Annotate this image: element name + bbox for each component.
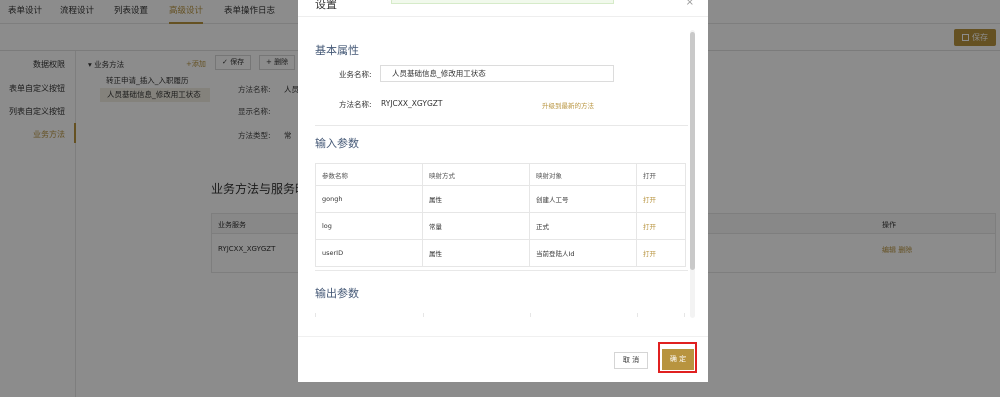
business-name-field[interactable] (380, 65, 614, 82)
mapping-target-cell: 正式 (529, 212, 637, 240)
method-name-value: RYJCXX_XGYGZT (381, 99, 443, 108)
param-name-cell: log (315, 212, 423, 240)
open-link[interactable]: 打开 (636, 239, 686, 267)
mapping-target-cell: 当前登陆人Id (529, 239, 637, 267)
dialog-body: 基本属性 业务名称: 方法名称: RYJCXX_XGYGZT 升级到最新的方法 … (298, 17, 708, 317)
table-row: userID 属性 当前登陆人Id 打开 (315, 239, 686, 267)
input-params-title: 输入参数 (315, 137, 359, 150)
open-link[interactable]: 打开 (636, 185, 686, 213)
method-name-label: 方法名称: (339, 100, 372, 109)
open-link[interactable]: 打开 (636, 212, 686, 240)
close-icon[interactable]: × (686, 0, 694, 8)
param-name-cell: userID (315, 239, 423, 267)
column-header-param-name: 参数名称 (315, 163, 423, 186)
dialog-title: 设置 (315, 0, 337, 11)
column-header-mapping-target: 映射对象 (529, 163, 637, 186)
table-row: gongh 属性 创建人工号 打开 (315, 185, 686, 213)
output-params-table (315, 313, 685, 317)
table-row: log 常量 正式 打开 (315, 212, 686, 240)
mapping-mode-cell: 属性 (422, 185, 530, 213)
mapping-target-cell: 创建人工号 (529, 185, 637, 213)
table-header-row: 参数名称 映射方式 映射对象 打开 (315, 163, 686, 186)
section-divider (315, 125, 688, 126)
cancel-button[interactable]: 取 消 (614, 352, 648, 369)
mapping-mode-cell: 常量 (422, 212, 530, 240)
upgrade-method-link[interactable]: 升级到最新的方法 (542, 100, 594, 110)
column-header-open: 打开 (636, 163, 686, 186)
footer-divider (298, 336, 708, 337)
success-message-bar (391, 0, 614, 4)
business-name-label: 业务名称: (339, 70, 372, 79)
input-params-table: 参数名称 映射方式 映射对象 打开 gongh 属性 创建人工号 打开 log … (315, 163, 686, 267)
param-name-cell: gongh (315, 185, 423, 213)
settings-dialog: 设置 × 基本属性 业务名称: 方法名称: RYJCXX_XGYGZT 升级到最… (298, 0, 708, 382)
output-params-title: 输出参数 (315, 287, 359, 300)
mapping-mode-cell: 属性 (422, 239, 530, 267)
section-divider (315, 270, 688, 271)
highlight-box (658, 342, 697, 373)
scrollbar-thumb[interactable] (690, 32, 695, 270)
column-header-mapping-mode: 映射方式 (422, 163, 530, 186)
scrollbar[interactable] (690, 30, 695, 318)
basic-properties-title: 基本属性 (315, 44, 359, 57)
